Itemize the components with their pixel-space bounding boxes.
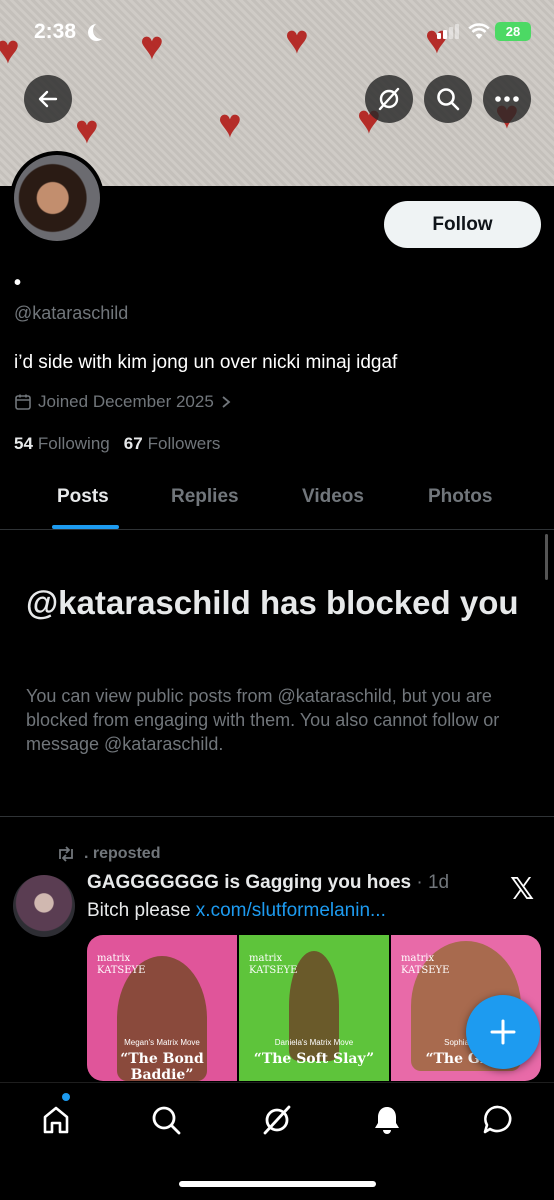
status-time: 2:38 <box>34 20 77 43</box>
repost-label: . reposted <box>84 845 161 862</box>
post-media[interactable]: matrix KATSEYE Megan's Matrix Move “The B… <box>87 935 541 1081</box>
search-icon <box>437 88 460 111</box>
profile-avatar[interactable] <box>10 151 104 245</box>
more-button[interactable] <box>483 75 531 123</box>
heart-pattern: ♥ <box>218 102 242 146</box>
more-icon <box>495 96 519 102</box>
profile-bio: i’d side with kim jong un over nicki min… <box>14 352 398 373</box>
messages-icon <box>483 1105 512 1134</box>
repost-indicator: . reposted <box>56 845 160 863</box>
post-text: Bitch please x.com/slutformelanin... <box>87 900 386 922</box>
post-author[interactable]: GAGGGGGGG is Gagging you hoes <box>87 872 411 893</box>
tab-videos[interactable]: Videos <box>302 486 364 508</box>
chevron-right-icon <box>222 396 231 408</box>
active-tab-indicator <box>52 525 119 529</box>
media-move: Daniela's Matrix Move <box>274 1038 354 1047</box>
followers-count: 67 <box>123 434 143 453</box>
home-indicator <box>179 1181 376 1187</box>
back-button[interactable] <box>24 75 72 123</box>
arrow-left-icon <box>38 90 58 108</box>
profile-tabs: Posts Replies Videos Photos <box>0 470 554 530</box>
battery-indicator: 28 <box>495 22 531 41</box>
x-logo-icon: 𝕏 <box>510 873 535 906</box>
nav-search[interactable] <box>146 1100 186 1140</box>
following-link[interactable]: 54 Following <box>14 434 110 454</box>
tab-photos[interactable]: Photos <box>428 486 492 508</box>
home-icon <box>43 1106 69 1134</box>
plus-icon <box>490 1019 516 1045</box>
follow-counts: 54 Following 67 Followers <box>14 434 220 454</box>
display-name: • <box>14 272 22 294</box>
divider <box>0 816 554 817</box>
notification-dot <box>62 1093 70 1101</box>
post-author-avatar[interactable] <box>13 875 75 937</box>
wifi-icon <box>468 23 490 39</box>
post-link[interactable]: x.com/slutformelanin... <box>196 900 386 921</box>
notifications-icon <box>375 1107 399 1134</box>
calendar-icon <box>15 394 31 410</box>
slash-circle-icon <box>378 87 400 111</box>
tab-posts[interactable]: Posts <box>57 486 109 508</box>
tab-replies[interactable]: Replies <box>171 486 239 508</box>
followers-link[interactable]: 67 Followers <box>124 434 221 454</box>
following-count: 54 <box>14 434 33 453</box>
media-tag: “The Bond Baddie” <box>120 1051 204 1081</box>
search-button[interactable] <box>424 75 472 123</box>
post-header: GAGGGGGGG is Gagging you hoes · 1d <box>87 872 449 894</box>
media-tag: “The Soft Slay” <box>253 1051 375 1067</box>
joined-date[interactable]: Joined December 2025 <box>14 392 232 412</box>
following-label: Following <box>37 434 110 453</box>
profile-handle: @kataraschild <box>14 303 129 323</box>
media-brand: matrix KATSEYE <box>401 953 450 976</box>
media-move: Megan's Matrix Move <box>124 1038 200 1047</box>
post-body: Bitch please <box>87 900 196 921</box>
scrollbar[interactable] <box>545 534 548 580</box>
status-bar: 2:38 28 <box>0 0 554 62</box>
media-tile[interactable]: matrix KATSEYE Daniela's Matrix Move “The… <box>239 935 389 1081</box>
post-time: · 1d <box>416 872 450 893</box>
grok-button[interactable] <box>365 75 413 123</box>
blocked-title: @kataraschild has blocked you <box>26 584 519 621</box>
moon-icon <box>93 22 110 39</box>
nav-grok[interactable] <box>257 1100 297 1140</box>
media-brand: matrix KATSEYE <box>249 953 298 976</box>
grok-icon <box>263 1105 291 1135</box>
nav-home[interactable] <box>36 1100 76 1140</box>
nav-notifications[interactable] <box>367 1100 407 1140</box>
repost-icon <box>59 846 73 862</box>
nav-messages[interactable] <box>478 1100 518 1140</box>
media-brand: matrix KATSEYE <box>97 953 146 976</box>
blocked-description: You can view public posts from @katarasc… <box>26 686 500 754</box>
bottom-navigation <box>0 1082 554 1200</box>
joined-label: Joined December 2025 <box>38 392 214 411</box>
search-icon <box>152 1106 181 1135</box>
heart-pattern: ♥ <box>75 108 99 152</box>
avatar-photo <box>14 155 100 241</box>
follow-button[interactable]: Follow <box>384 201 541 248</box>
signal-icon <box>437 24 459 39</box>
media-tile[interactable]: matrix KATSEYE Megan's Matrix Move “The B… <box>87 935 237 1081</box>
compose-button[interactable] <box>466 995 540 1069</box>
followers-label: Followers <box>147 434 221 453</box>
